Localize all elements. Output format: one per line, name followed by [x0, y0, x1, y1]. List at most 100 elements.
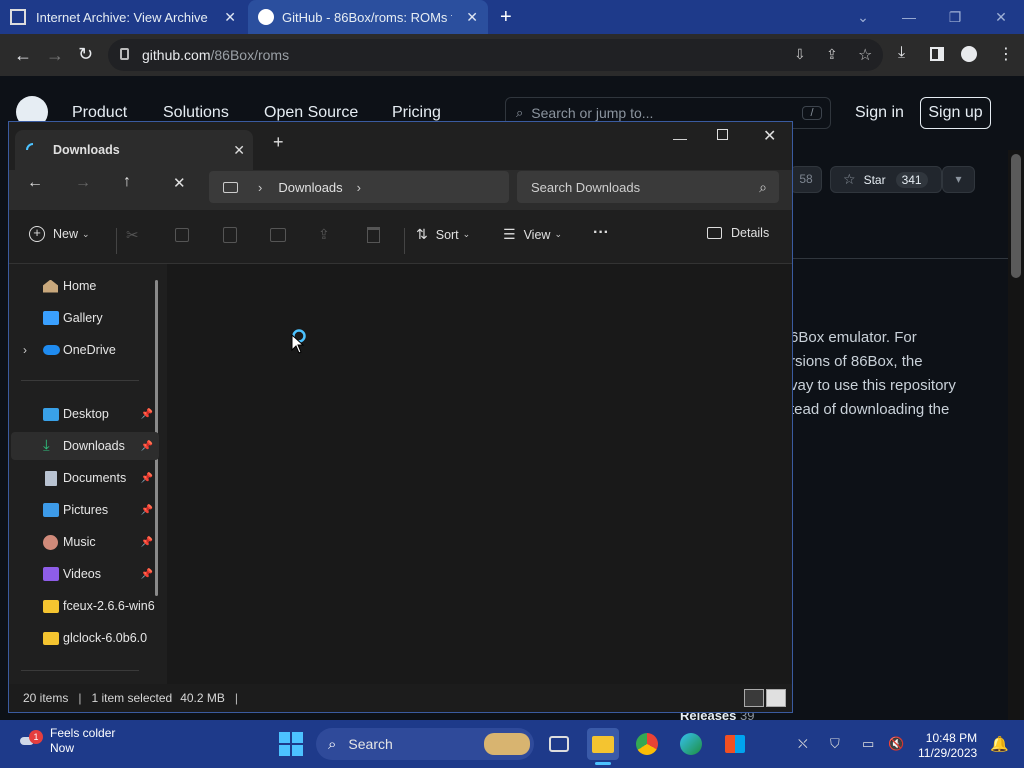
- address-breadcrumb[interactable]: › Downloads ›: [209, 171, 509, 203]
- new-button[interactable]: + New ⌄: [29, 226, 90, 242]
- page-scrollbar[interactable]: [1008, 150, 1024, 720]
- nav-solutions[interactable]: Solutions: [163, 104, 229, 122]
- pin-icon[interactable]: 📌: [141, 473, 153, 484]
- task-view-icon[interactable]: [543, 728, 575, 760]
- music-icon: [43, 534, 58, 550]
- sidebar-item-videos[interactable]: Videos 📌: [11, 560, 159, 588]
- pin-icon[interactable]: 📌: [141, 441, 153, 452]
- weather-widget[interactable]: 1 Feels colder Now: [18, 726, 115, 756]
- browser-tab-archive[interactable]: Internet Archive: View Archive ✕: [0, 0, 246, 34]
- share-icon[interactable]: ⇪: [826, 46, 838, 63]
- display-icon[interactable]: ▭: [862, 736, 874, 752]
- menu-icon[interactable]: ⋮: [998, 44, 1014, 64]
- notification-bell-icon[interactable]: 🔔: [990, 735, 1009, 753]
- lock-icon[interactable]: [120, 48, 129, 60]
- maximize-icon[interactable]: [717, 129, 728, 140]
- close-tab-icon[interactable]: ✕: [233, 142, 245, 159]
- new-tab-icon[interactable]: +: [500, 6, 512, 29]
- edge-taskbar-icon[interactable]: [675, 728, 707, 760]
- chevron-down-icon: ⌄: [462, 229, 471, 239]
- desktop-icon: [43, 407, 59, 421]
- explorer-tab-downloads[interactable]: Downloads ✕: [15, 130, 253, 170]
- explorer-search-input[interactable]: Search Downloads ⌕: [517, 171, 779, 203]
- tiles-view-icon[interactable]: [766, 689, 786, 707]
- minimize-icon[interactable]: —: [673, 130, 687, 146]
- scrollbar-thumb[interactable]: [1011, 154, 1021, 278]
- share-icon[interactable]: ⇪: [318, 226, 330, 243]
- sidebar-divider: [21, 380, 139, 381]
- paste-icon[interactable]: [223, 227, 237, 243]
- close-tab-icon[interactable]: ✕: [466, 9, 478, 26]
- defender-icon[interactable]: ⛉: [830, 736, 840, 752]
- install-icon[interactable]: ⇩: [794, 46, 806, 63]
- forward-icon[interactable]: →: [75, 174, 91, 192]
- sidebar-item-pictures[interactable]: Pictures 📌: [11, 496, 159, 524]
- bookmark-star-icon[interactable]: ☆: [858, 45, 872, 65]
- volume-muted-icon[interactable]: 🔇: [888, 736, 904, 752]
- file-explorer-taskbar-icon[interactable]: [587, 728, 619, 760]
- profile-icon[interactable]: [961, 46, 977, 62]
- sidebar-item-documents[interactable]: Documents 📌: [11, 464, 159, 492]
- selection-count: 1 item selected: [91, 691, 173, 705]
- restore-icon[interactable]: ❐: [932, 0, 978, 34]
- sort-button[interactable]: ⇅ Sort ⌄: [416, 226, 470, 243]
- delete-icon[interactable]: [367, 227, 380, 243]
- pin-icon[interactable]: 📌: [141, 569, 153, 580]
- clock[interactable]: 10:48 PM 11/29/2023: [918, 731, 977, 761]
- browser-tab-github[interactable]: GitHub - 86Box/roms: ROMs for ✕: [248, 0, 488, 34]
- sidebar-item-onedrive[interactable]: › OneDrive: [11, 336, 159, 364]
- network-off-icon[interactable]: ⛌: [798, 736, 808, 752]
- copy-icon[interactable]: [175, 228, 189, 242]
- chrome-taskbar-icon[interactable]: [631, 728, 663, 760]
- cut-icon[interactable]: ✂: [126, 226, 139, 244]
- side-panel-icon[interactable]: [930, 47, 944, 61]
- nav-product[interactable]: Product: [72, 104, 127, 122]
- reload-icon[interactable]: ↻: [78, 44, 93, 65]
- pin-icon[interactable]: 📌: [141, 409, 153, 420]
- sidebar-item-gallery[interactable]: Gallery: [11, 304, 159, 332]
- star-button[interactable]: ☆ Star 341: [830, 166, 942, 193]
- sign-up-button[interactable]: Sign up: [920, 97, 991, 129]
- up-icon[interactable]: ↑: [123, 173, 131, 191]
- start-button[interactable]: [275, 728, 307, 760]
- pin-icon[interactable]: 📌: [141, 505, 153, 516]
- details-button[interactable]: Details: [707, 226, 769, 240]
- folder-icon: [43, 599, 59, 613]
- sidebar-item-fceux-folder[interactable]: fceux-2.6.6-win6: [11, 592, 159, 620]
- stop-icon[interactable]: ✕: [173, 174, 186, 192]
- taskbar-search-box[interactable]: ⌕ Search: [316, 728, 534, 760]
- weather-icon: 1: [18, 730, 43, 751]
- sign-in-link[interactable]: Sign in: [855, 104, 904, 122]
- back-icon[interactable]: ←: [27, 174, 43, 192]
- url-text[interactable]: github.com/86Box/roms: [142, 47, 289, 63]
- fork-count[interactable]: 58: [790, 166, 822, 193]
- rename-icon[interactable]: [270, 228, 286, 242]
- downloads-icon[interactable]: ⤓: [898, 44, 905, 62]
- store-taskbar-icon[interactable]: [719, 728, 751, 760]
- minimize-icon[interactable]: —: [886, 0, 932, 34]
- nav-pricing[interactable]: Pricing: [392, 104, 441, 122]
- sidebar-item-downloads[interactable]: ⤓ Downloads 📌: [11, 432, 159, 460]
- browser-window-controls: ⌄ — ❐ ✕: [840, 0, 1024, 34]
- close-icon[interactable]: ✕: [763, 126, 776, 146]
- tab-search-icon[interactable]: ⌄: [840, 0, 886, 34]
- pin-icon[interactable]: 📌: [141, 537, 153, 548]
- details-view-icon[interactable]: [744, 689, 764, 707]
- breadcrumb-downloads[interactable]: Downloads: [278, 180, 342, 195]
- close-icon[interactable]: ✕: [978, 0, 1024, 34]
- nav-open-source[interactable]: Open Source: [264, 104, 358, 122]
- sidebar-item-music[interactable]: Music 📌: [11, 528, 159, 556]
- file-list-area[interactable]: [167, 264, 792, 684]
- close-tab-icon[interactable]: ✕: [224, 9, 236, 26]
- view-button[interactable]: ☰ View ⌄: [503, 226, 562, 243]
- download-icon: ⤓: [43, 437, 50, 454]
- sidebar-item-glclock-folder[interactable]: glclock-6.0b6.0: [11, 624, 159, 652]
- expand-chevron-icon[interactable]: ›: [23, 343, 27, 357]
- sidebar-item-desktop[interactable]: Desktop 📌: [11, 400, 159, 428]
- sidebar-item-home[interactable]: Home: [11, 272, 159, 300]
- more-options-icon[interactable]: ···: [593, 224, 609, 242]
- new-tab-icon[interactable]: +: [273, 132, 284, 153]
- back-icon[interactable]: ←: [14, 45, 32, 66]
- star-dropdown-icon[interactable]: ▾: [942, 166, 975, 193]
- forward-icon[interactable]: →: [46, 45, 64, 66]
